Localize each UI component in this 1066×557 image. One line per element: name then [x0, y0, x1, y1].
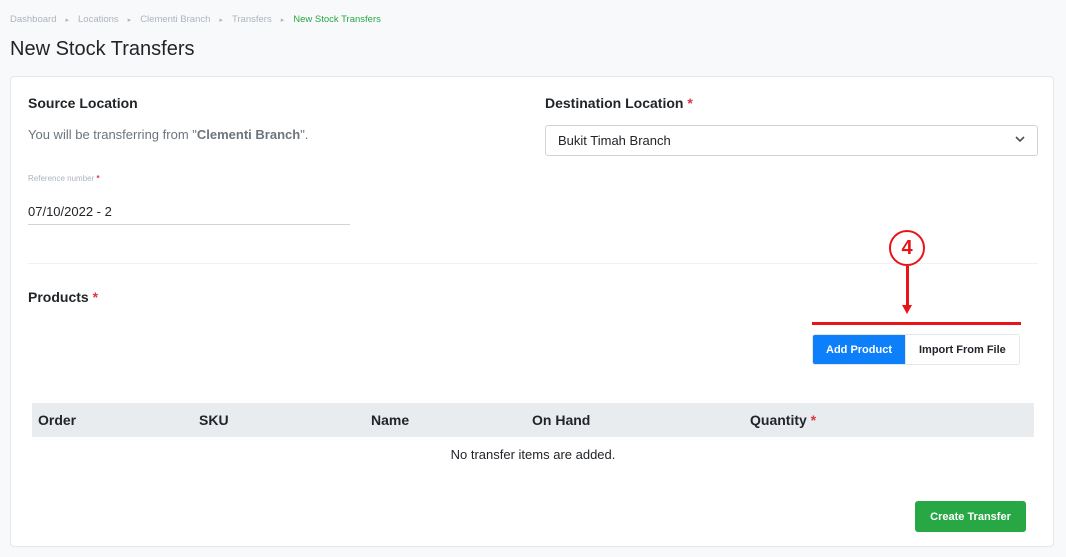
- add-product-button[interactable]: Add Product: [813, 335, 905, 364]
- product-actions-group: Add Product Import From File: [812, 334, 1020, 365]
- import-from-file-button[interactable]: Import From File: [905, 335, 1019, 364]
- breadcrumb-current: New Stock Transfers: [293, 14, 381, 25]
- required-mark: *: [810, 412, 817, 428]
- breadcrumb-separator-icon: ▸: [280, 16, 285, 24]
- step-annotation-arrow-stem: [906, 266, 909, 308]
- required-mark: *: [96, 174, 100, 183]
- create-transfer-button[interactable]: Create Transfer: [915, 501, 1026, 532]
- breadcrumb-locations[interactable]: Locations: [78, 14, 119, 25]
- page-title: New Stock Transfers: [10, 38, 195, 60]
- breadcrumb-clementi-branch[interactable]: Clementi Branch: [140, 14, 210, 25]
- breadcrumb-dashboard[interactable]: Dashboard: [10, 14, 56, 25]
- destination-location-select[interactable]: Bukit Timah Branch: [545, 125, 1038, 156]
- step-annotation-underline: [812, 322, 1021, 325]
- reference-number-label-text: Reference number: [28, 174, 95, 183]
- source-location-label: Source Location: [28, 95, 138, 111]
- source-desc-suffix: ".: [300, 127, 309, 142]
- reference-number-input[interactable]: [28, 199, 350, 225]
- breadcrumb-separator-icon: ▸: [65, 16, 69, 24]
- destination-selected-value: Bukit Timah Branch: [558, 133, 671, 148]
- section-divider: [28, 263, 1038, 264]
- reference-number-label: Reference number *: [28, 174, 100, 183]
- source-desc-prefix: You will be transferring from ": [28, 127, 197, 142]
- transfer-items-table-header: Order SKU Name On Hand Quantity *: [32, 403, 1034, 437]
- column-header-quantity-text: Quantity: [750, 412, 807, 428]
- products-label: Products *: [28, 289, 98, 305]
- breadcrumb-separator-icon: ▸: [219, 16, 223, 24]
- column-header-on-hand[interactable]: On Hand: [532, 412, 590, 428]
- source-location-label-text: Source Location: [28, 95, 138, 111]
- breadcrumb-transfers[interactable]: Transfers: [232, 14, 272, 25]
- required-mark: *: [687, 95, 693, 111]
- column-header-name[interactable]: Name: [371, 412, 409, 428]
- source-location-description: You will be transferring from "Clementi …: [28, 127, 308, 142]
- chevron-down-icon: [1015, 135, 1025, 146]
- required-mark: *: [92, 289, 99, 305]
- column-header-quantity[interactable]: Quantity *: [750, 412, 816, 428]
- breadcrumb: Dashboard ▸ Locations ▸ Clementi Branch …: [10, 14, 381, 25]
- column-header-sku[interactable]: SKU: [199, 412, 229, 428]
- destination-location-label-text: Destination Location: [545, 95, 684, 111]
- step-annotation-arrow-icon: [902, 305, 912, 314]
- products-label-text: Products: [28, 289, 89, 305]
- empty-table-message: No transfer items are added.: [450, 447, 616, 462]
- source-branch-name: Clementi Branch: [196, 127, 301, 142]
- destination-location-label: Destination Location *: [545, 95, 693, 111]
- column-header-order[interactable]: Order: [38, 412, 76, 428]
- step-annotation-badge: 4: [889, 230, 925, 266]
- transfer-form-card: Source Location You will be transferring…: [10, 76, 1054, 547]
- breadcrumb-separator-icon: ▸: [127, 16, 132, 24]
